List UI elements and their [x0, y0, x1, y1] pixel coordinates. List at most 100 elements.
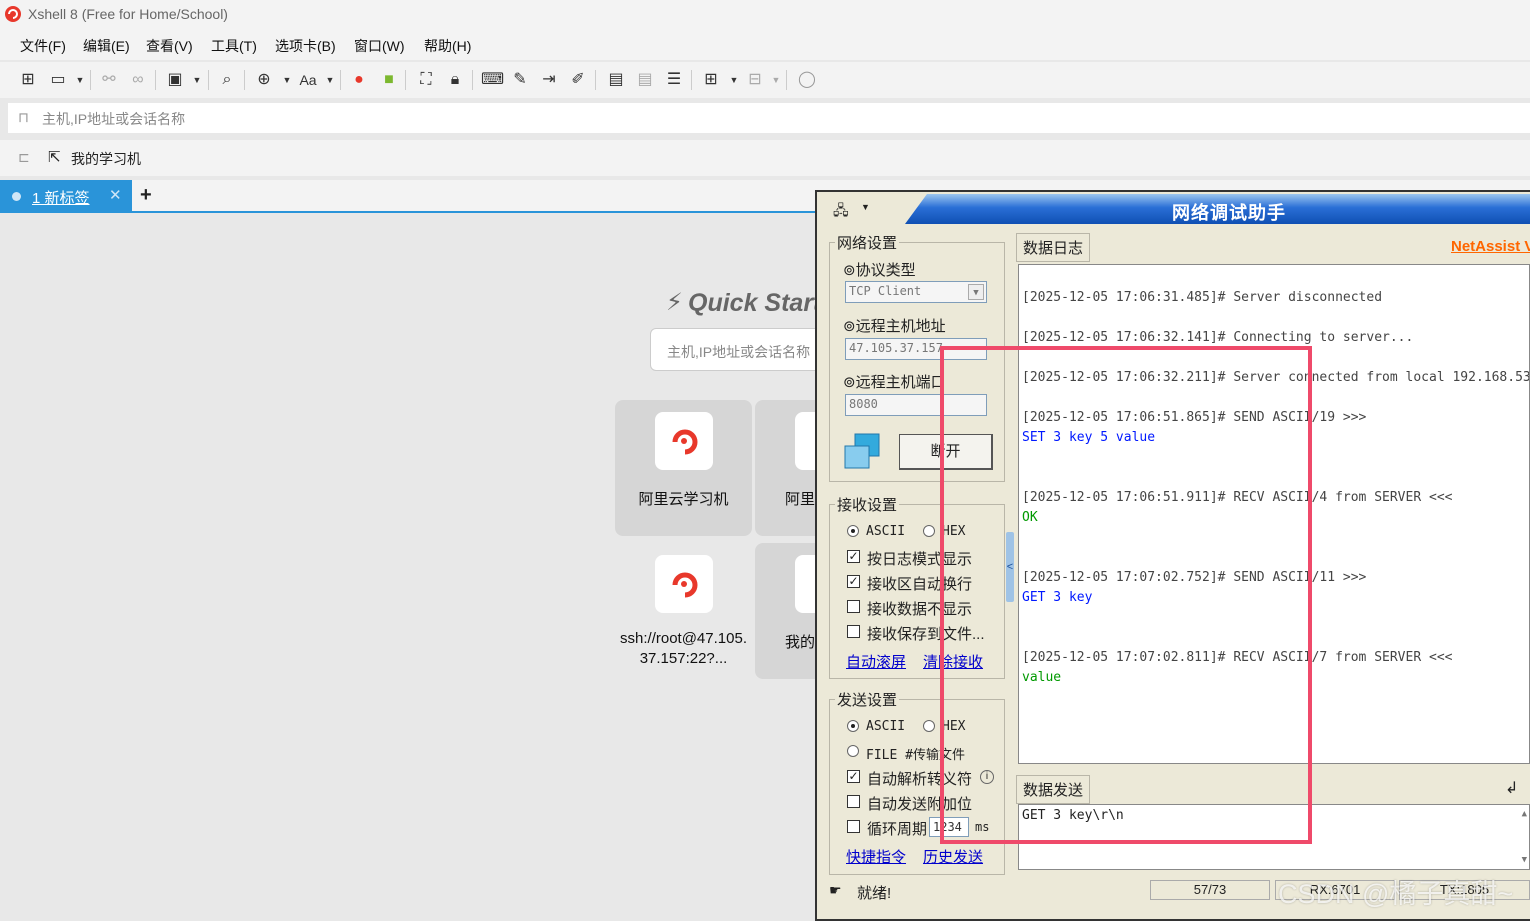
- menu-edit[interactable]: 编辑(E): [83, 36, 130, 56]
- search-icon[interactable]: ⌕: [217, 70, 237, 90]
- new-tab-dropdown-icon[interactable]: ▼: [724, 70, 744, 90]
- keyboard-icon[interactable]: ⌨: [481, 70, 504, 90]
- status-ready: 就绪!: [857, 885, 892, 902]
- chevron-down-icon[interactable]: ▼: [968, 284, 984, 300]
- send-ascii-radio[interactable]: [847, 720, 859, 732]
- close-icon[interactable]: ✕: [109, 186, 122, 204]
- send-file-radio[interactable]: [847, 745, 859, 757]
- tab-status-dot: [12, 192, 21, 201]
- session-card[interactable]: 阿里云学习机: [615, 400, 752, 536]
- lock-icon: ⊓: [18, 109, 29, 125]
- menu-window[interactable]: 窗口(W): [354, 36, 405, 56]
- scroll-up-icon[interactable]: ▲: [1522, 809, 1527, 819]
- link-my-machine[interactable]: 我的学习机: [71, 149, 141, 169]
- tab-new[interactable]: 1 新标签 ✕: [0, 180, 132, 213]
- receive-option-checkbox[interactable]: ✓: [847, 550, 860, 563]
- script-icon[interactable]: ✐: [568, 70, 588, 90]
- send-hex-radio[interactable]: [923, 720, 935, 732]
- protocol-label: ⊚协议类型: [843, 262, 916, 279]
- receive-settings-title: 接收设置: [835, 494, 900, 515]
- network-icon[interactable]: 🖧︎: [833, 200, 849, 224]
- lightning-icon: ⚡︎: [666, 289, 683, 316]
- netassist-titlebar: 🖧︎ ▼ 网络调试助手: [817, 194, 1530, 224]
- session-card[interactable]: ssh://root@47.105.37.157:22?...: [615, 543, 752, 679]
- layout-dropdown-icon[interactable]: ▼: [766, 70, 786, 90]
- tab-data-log[interactable]: 数据日志: [1016, 233, 1091, 262]
- send-ascii-label: ASCII: [866, 719, 906, 734]
- netassist-brand-link[interactable]: NetAssist V: [1451, 238, 1530, 255]
- highlight-box: [940, 346, 1312, 844]
- new-session-icon[interactable]: ⊞: [18, 70, 38, 90]
- status-count: 57/73: [1150, 880, 1270, 900]
- menu-tools[interactable]: 工具(T): [211, 36, 257, 56]
- xftp-icon[interactable]: ■: [379, 70, 399, 90]
- host-value: 47.105.37.157: [849, 341, 943, 355]
- xshell-icon[interactable]: ●: [349, 70, 369, 90]
- open-folder-icon[interactable]: ▭: [48, 70, 68, 90]
- font-icon[interactable]: Aa: [298, 70, 318, 90]
- receive-ascii-radio[interactable]: [847, 525, 859, 537]
- history-link[interactable]: 历史发送: [923, 846, 983, 867]
- toolbar-separator: [472, 70, 473, 90]
- toolbar-separator: [208, 70, 209, 90]
- reconnect-icon[interactable]: ∞: [128, 70, 148, 90]
- protocol-select[interactable]: TCP Client ▼: [845, 281, 987, 303]
- globe-icon[interactable]: ⊕: [254, 70, 274, 90]
- log-stop-icon[interactable]: ▤: [635, 70, 655, 90]
- toolbar-separator: [405, 70, 406, 90]
- send-option-checkbox[interactable]: [847, 795, 860, 808]
- lock-icon[interactable]: 🔒︎: [445, 70, 465, 90]
- shortcut-link[interactable]: 快捷指令: [846, 846, 906, 867]
- menu-tabs[interactable]: 选项卡(B): [275, 36, 336, 56]
- watermark: CSDN @橘子真甜~: [1278, 879, 1514, 909]
- screen-dropdown-icon[interactable]: ▼: [187, 70, 207, 90]
- network-settings-title: 网络设置: [835, 232, 900, 253]
- window-title: Xshell 8 (Free for Home/School): [28, 6, 228, 22]
- font-dropdown-icon[interactable]: ▼: [320, 70, 340, 90]
- globe-dropdown-icon[interactable]: ▼: [277, 70, 297, 90]
- new-tab-icon[interactable]: ⊞: [701, 70, 721, 90]
- log-start-icon[interactable]: ▤: [606, 70, 626, 90]
- menu-view[interactable]: 查看(V): [146, 36, 193, 56]
- scroll-down-icon[interactable]: ▼: [1522, 855, 1527, 865]
- pen-icon[interactable]: ✎: [510, 70, 530, 90]
- add-tab-button[interactable]: +: [140, 184, 152, 207]
- send-option-checkbox[interactable]: ✓: [847, 770, 860, 783]
- xshell-session-icon: [655, 412, 713, 470]
- session-card-label: ssh://root@47.105.37.157:22?...: [620, 630, 747, 667]
- disconnect-icon[interactable]: ⚯: [99, 70, 119, 90]
- chat-icon[interactable]: ◯: [797, 70, 817, 90]
- screen-icon[interactable]: ▣: [165, 70, 185, 90]
- session-card-label: 我的: [785, 634, 816, 651]
- quick-start-title: Quick Start: [688, 289, 822, 317]
- auto-scroll-link[interactable]: 自动滚屏: [846, 651, 906, 672]
- toolbar-separator: [90, 70, 91, 90]
- window-titlebar: Xshell 8 (Free for Home/School): [0, 0, 1530, 30]
- send-option-checkbox[interactable]: [847, 820, 860, 833]
- fullscreen-icon[interactable]: ⛶: [416, 70, 436, 90]
- session-card-label: 阿里云学习机: [638, 491, 729, 508]
- receive-ascii-label: ASCII: [866, 524, 906, 539]
- layout-icon[interactable]: ⊟: [745, 70, 765, 90]
- log-entry-header: [2025-12-05 17:06:31.485]# Server discon…: [1022, 290, 1383, 305]
- open-dropdown-icon[interactable]: ▼: [70, 70, 90, 90]
- menu-bar: 文件(F) 编辑(E) 查看(V) 工具(T) 选项卡(B) 窗口(W) 帮助(…: [0, 30, 1530, 60]
- menu-help[interactable]: 帮助(H): [424, 36, 471, 56]
- host-label: ⊚远程主机地址: [843, 318, 946, 335]
- port-value: 8080: [849, 397, 878, 411]
- compose-icon[interactable]: ☰: [664, 70, 684, 90]
- chevron-down-icon[interactable]: ▼: [861, 202, 870, 212]
- toolbar-separator: [340, 70, 341, 90]
- receive-option-checkbox[interactable]: [847, 600, 860, 613]
- receive-hex-radio[interactable]: [923, 525, 935, 537]
- add-link-icon[interactable]: ⊏: [18, 149, 30, 166]
- address-bar[interactable]: ⊓ 主机,IP地址或会话名称: [8, 103, 1530, 133]
- receive-option-checkbox[interactable]: ✓: [847, 575, 860, 588]
- external-link-icon: ⇱: [48, 149, 61, 166]
- send-key-icon[interactable]: ⇥: [539, 70, 559, 90]
- menu-file[interactable]: 文件(F): [20, 36, 66, 56]
- receive-option-checkbox[interactable]: [847, 625, 860, 638]
- send-option-label: 循环周期: [867, 821, 928, 838]
- send-options-icon[interactable]: ↲: [1505, 778, 1518, 798]
- toolbar-separator: [595, 70, 596, 90]
